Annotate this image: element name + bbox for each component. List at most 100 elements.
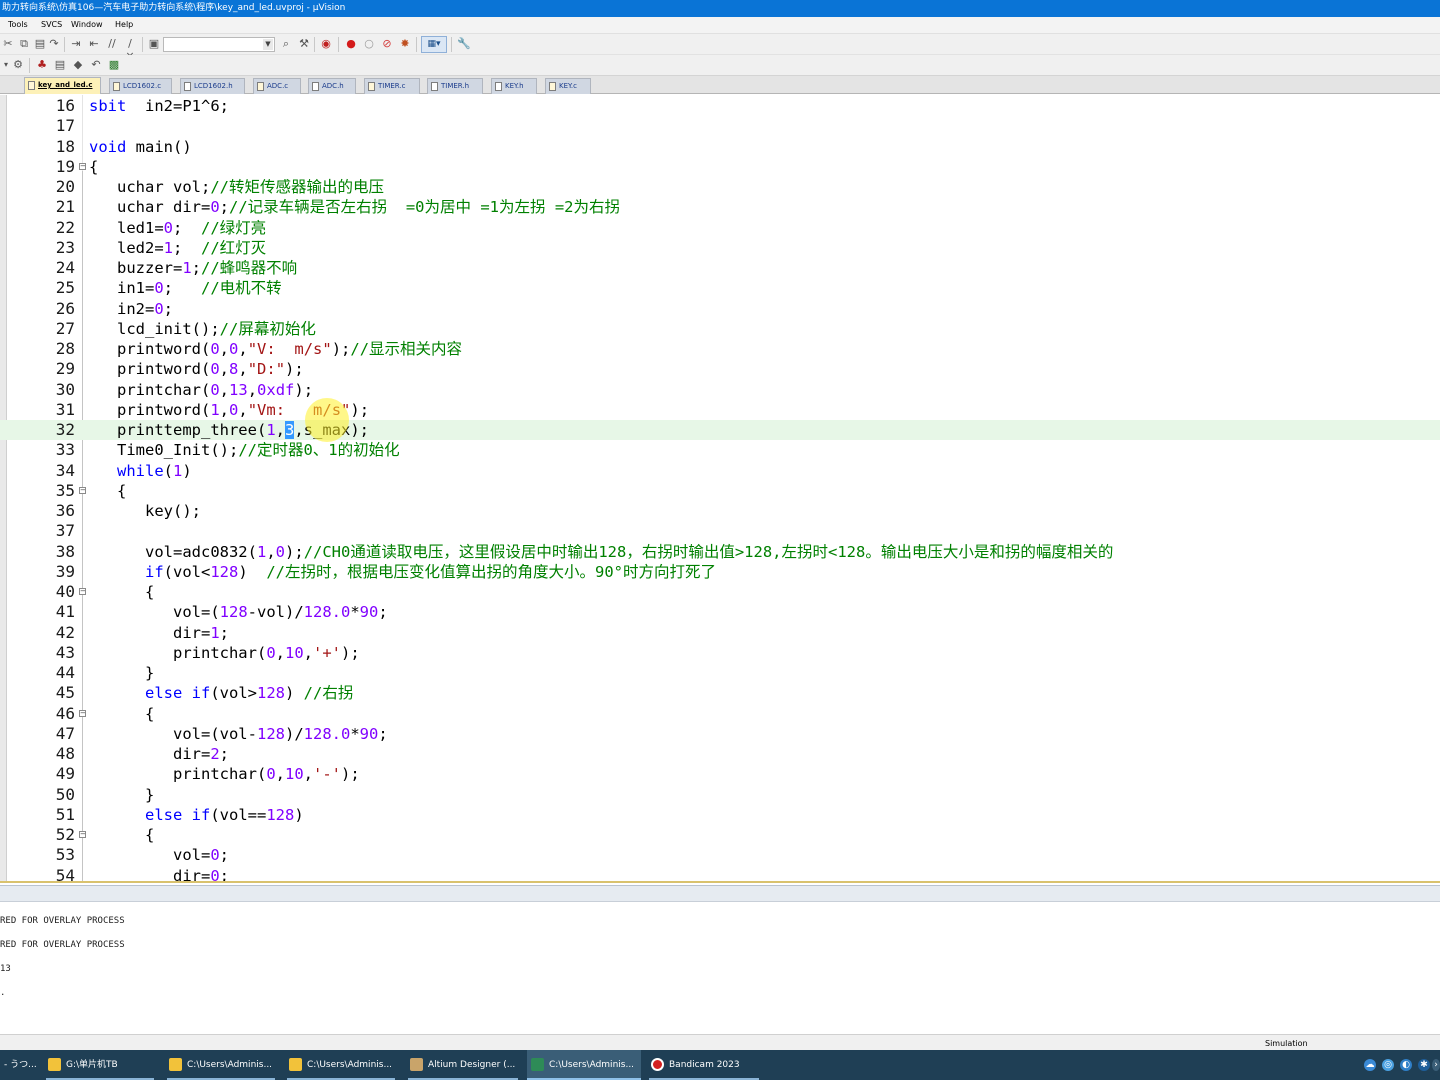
security-icon[interactable]: ◐: [1400, 1059, 1412, 1071]
code-line[interactable]: 41 vol=(128-vol)/128.0*90;: [0, 602, 1440, 622]
select-packs-icon[interactable]: ◆: [72, 59, 84, 71]
open-icon[interactable]: ▣: [148, 38, 160, 50]
wrench-tool-icon[interactable]: ⚒: [298, 38, 310, 50]
code-line[interactable]: 48 dir=2;: [0, 744, 1440, 764]
cut-icon[interactable]: ✂: [2, 38, 14, 50]
configure-icon[interactable]: 🔧: [457, 38, 471, 50]
bluetooth-icon[interactable]: ✱: [1418, 1059, 1430, 1071]
paste-icon[interactable]: ▤: [34, 38, 46, 50]
code-line[interactable]: 33 Time0_Init();//定时器0、1的初始化: [0, 440, 1440, 460]
comment-icon[interactable]: //: [106, 38, 118, 50]
code-line[interactable]: 18 void main(): [0, 137, 1440, 157]
fold-toggle-icon[interactable]: −: [79, 486, 86, 494]
uncomment-icon[interactable]: /×: [124, 38, 136, 62]
code-line[interactable]: 28 printword(0,0,"V: m/s");//显示相关内容: [0, 339, 1440, 359]
pane-splitter[interactable]: [0, 885, 1440, 902]
code-line[interactable]: 37: [0, 521, 1440, 541]
line-number: 28: [55, 339, 75, 358]
code-line[interactable]: 50 }: [0, 785, 1440, 805]
find-in-files-icon[interactable]: ⌕: [280, 38, 292, 50]
copy-icon[interactable]: ⧉: [18, 38, 30, 50]
debug-icon[interactable]: ◉: [320, 38, 332, 50]
breakpoint-icon[interactable]: ●: [345, 38, 357, 50]
code-line[interactable]: 36 key();: [0, 501, 1440, 521]
kill-all-breakpoints-icon[interactable]: ✸: [399, 38, 411, 50]
code-line[interactable]: 22 led1=0; //绿灯亮: [0, 218, 1440, 238]
menu-svcs[interactable]: SVCS: [41, 20, 62, 29]
code-line[interactable]: 25 in1=0; //电机不转: [0, 278, 1440, 298]
taskbar-item[interactable]: G:\单片机TB: [44, 1050, 156, 1080]
code-line[interactable]: 24 buzzer=1;//蜂鸣器不响: [0, 258, 1440, 278]
chevron-down-icon[interactable]: ▼: [263, 39, 273, 50]
network-icon[interactable]: ◎: [1382, 1059, 1394, 1071]
line-number: 52: [55, 825, 75, 844]
taskbar-item[interactable]: C:\Users\Adminis...: [285, 1050, 397, 1080]
code-line[interactable]: 42 dir=1;: [0, 623, 1440, 643]
menu-tools[interactable]: Tools: [8, 20, 28, 29]
taskbar-item[interactable]: - うつ...: [0, 1050, 38, 1080]
redo-icon[interactable]: ↷: [48, 38, 60, 50]
code-line[interactable]: 47 vol=(vol-128)/128.0*90;: [0, 724, 1440, 744]
code-line[interactable]: 49 printchar(0,10,'-');: [0, 764, 1440, 784]
taskbar-item[interactable]: Bandicam 2023: [647, 1050, 761, 1080]
chevron-down-icon[interactable]: ▾: [0, 59, 12, 71]
tab-adc-h[interactable]: ADC.h: [308, 78, 356, 94]
taskbar-item[interactable]: C:\Users\Adminis...: [165, 1050, 277, 1080]
code-line[interactable]: 34 while(1): [0, 461, 1440, 481]
taskbar-item[interactable]: Altium Designer (...: [406, 1050, 520, 1080]
tab-timer-c[interactable]: TIMER.c: [364, 78, 420, 94]
file-extensions-icon[interactable]: ▤: [54, 59, 66, 71]
menu-help[interactable]: Help: [115, 20, 133, 29]
code-line[interactable]: 44 }: [0, 663, 1440, 683]
code-line[interactable]: 32 printtemp_three(1,3,s_max);: [0, 420, 1440, 441]
code-line[interactable]: 35− {: [0, 481, 1440, 501]
tab-key-h[interactable]: KEY.h: [491, 78, 537, 94]
code-line[interactable]: 26 in2=0;: [0, 299, 1440, 319]
code-line[interactable]: 43 printchar(0,10,'+');: [0, 643, 1440, 663]
tab-lcd1602-c[interactable]: LCD1602.c: [109, 78, 172, 94]
code-line[interactable]: 16 sbit in2=P1^6;: [0, 96, 1440, 116]
code-line[interactable]: 45 else if(vol>128) //右拐: [0, 683, 1440, 703]
tab-timer-h[interactable]: TIMER.h: [427, 78, 483, 94]
menu-window[interactable]: Window: [71, 20, 103, 29]
fold-toggle-icon[interactable]: −: [79, 162, 86, 170]
manage-project-icon[interactable]: ♣: [36, 59, 48, 71]
fold-toggle-icon[interactable]: −: [79, 709, 86, 717]
code-line[interactable]: 21 uchar dir=0;//记录车辆是否左右拐 =0为居中 =1为左拐 =…: [0, 197, 1440, 217]
disable-breakpoint-icon[interactable]: ○: [363, 38, 375, 50]
manage-components-icon[interactable]: ↶: [90, 59, 102, 71]
tray-overflow-icon[interactable]: ›: [1432, 1059, 1440, 1071]
code-line[interactable]: 30 printchar(0,13,0xdf);: [0, 380, 1440, 400]
find-combo[interactable]: ▼: [163, 37, 275, 52]
run-time-environment-icon[interactable]: ▩: [108, 59, 120, 71]
code-line[interactable]: 31 printword(1,0,"Vm: m/s");: [0, 400, 1440, 420]
indent-icon[interactable]: ⇥: [70, 38, 82, 50]
code-line[interactable]: 54 dir=0;: [0, 866, 1440, 882]
code-line[interactable]: 19−{: [0, 157, 1440, 177]
window-layout-button[interactable]: ▦▾: [421, 36, 447, 53]
tab-adc-c[interactable]: ADC.c: [253, 78, 301, 94]
code-line[interactable]: 38 vol=adc0832(1,0);//CH0通道读取电压，这里假设居中时输…: [0, 542, 1440, 562]
tab-key-and-led-c[interactable]: key_and_led.c: [24, 77, 101, 94]
code-line[interactable]: 40− {: [0, 582, 1440, 602]
code-line[interactable]: 29 printword(0,8,"D:");: [0, 359, 1440, 379]
fold-toggle-icon[interactable]: −: [79, 831, 86, 838]
code-line[interactable]: 51 else if(vol==128): [0, 805, 1440, 825]
code-line[interactable]: 39 if(vol<128) //左拐时，根据电压变化值算出拐的角度大小。90°…: [0, 562, 1440, 582]
options-icon[interactable]: ⚙: [12, 59, 24, 71]
code-line[interactable]: 27 lcd_init();//屏幕初始化: [0, 319, 1440, 339]
code-line[interactable]: 52− {: [0, 825, 1440, 845]
code-line[interactable]: 23 led2=1; //红灯灭: [0, 238, 1440, 258]
kill-breakpoints-icon[interactable]: ⊘: [381, 38, 393, 50]
fold-toggle-icon[interactable]: −: [79, 588, 86, 595]
code-line[interactable]: 17: [0, 116, 1440, 136]
code-line[interactable]: 53 vol=0;: [0, 845, 1440, 865]
tab-key-c[interactable]: KEY.c: [545, 78, 591, 94]
taskbar-item[interactable]: C:\Users\Adminis...: [527, 1050, 641, 1080]
code-editor[interactable]: 16 sbit in2=P1^6; 17 18 void main() 19−{20 uc…: [0, 95, 1440, 883]
code-line[interactable]: 20 uchar vol;//转矩传感器输出的电压: [0, 177, 1440, 197]
cloud-icon[interactable]: ☁: [1364, 1059, 1376, 1071]
code-line[interactable]: 46− {: [0, 704, 1440, 724]
tab-lcd1602-h[interactable]: LCD1602.h: [180, 78, 245, 94]
unindent-icon[interactable]: ⇤: [88, 38, 100, 50]
